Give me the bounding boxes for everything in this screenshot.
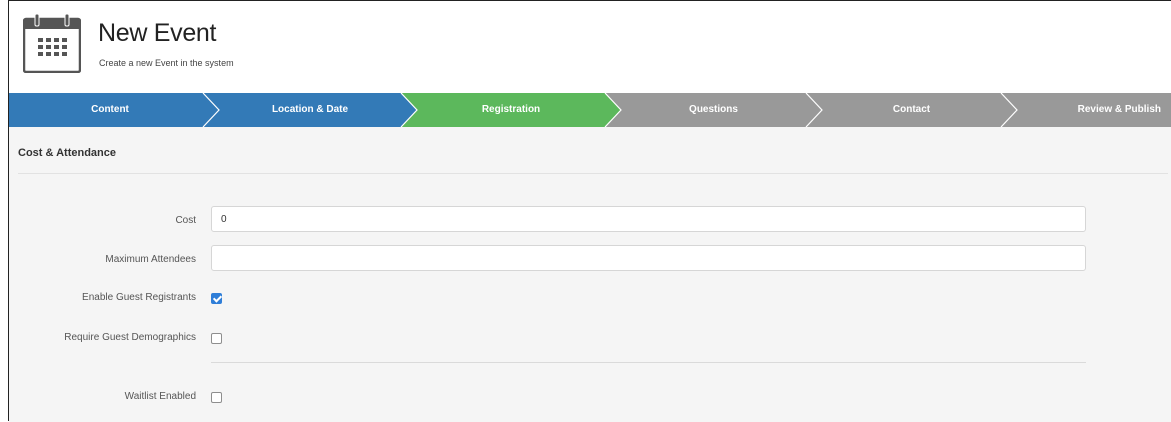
step-review-publish[interactable]: Review & Publish [1009, 93, 1171, 127]
cost-input[interactable] [211, 206, 1086, 232]
cost-label: Cost [175, 215, 196, 226]
wizard-steps: Content Location & Date Registration Que… [9, 93, 1171, 127]
section-divider [18, 173, 1168, 174]
form-divider [211, 362, 1086, 363]
calendar-icon [23, 13, 81, 73]
step-content-label: Content [91, 104, 129, 115]
step-questions-label: Questions [689, 104, 738, 115]
step-contact[interactable]: Contact [814, 93, 1009, 127]
step-registration[interactable]: Registration [409, 93, 613, 127]
form-body: Cost & Attendance Cost Maximum Attendees… [9, 127, 1171, 422]
require-guest-demographics-label: Require Guest Demographics [64, 332, 196, 343]
step-review-publish-label: Review & Publish [1077, 104, 1161, 115]
step-content[interactable]: Content [9, 93, 211, 127]
waitlist-label: Waitlist Enabled [124, 391, 196, 402]
page-title: New Event [98, 19, 217, 47]
page-subtitle: Create a new Event in the system [99, 58, 234, 68]
require-guest-demographics-checkbox[interactable] [211, 333, 222, 344]
section-title: Cost & Attendance [18, 147, 116, 159]
max-attendees-input[interactable] [211, 245, 1086, 271]
enable-guest-checkbox[interactable] [211, 293, 222, 304]
step-location-date[interactable]: Location & Date [211, 93, 409, 127]
step-questions[interactable]: Questions [613, 93, 814, 127]
page-frame: New Event Create a new Event in the syst… [8, 0, 1171, 422]
waitlist-checkbox[interactable] [211, 392, 222, 403]
step-location-date-label: Location & Date [271, 104, 349, 115]
enable-guest-label: Enable Guest Registrants [82, 292, 196, 303]
max-attendees-label: Maximum Attendees [105, 254, 196, 265]
step-registration-label: Registration [481, 104, 541, 115]
step-contact-label: Contact [892, 104, 931, 115]
page-header: New Event Create a new Event in the syst… [9, 1, 1171, 93]
